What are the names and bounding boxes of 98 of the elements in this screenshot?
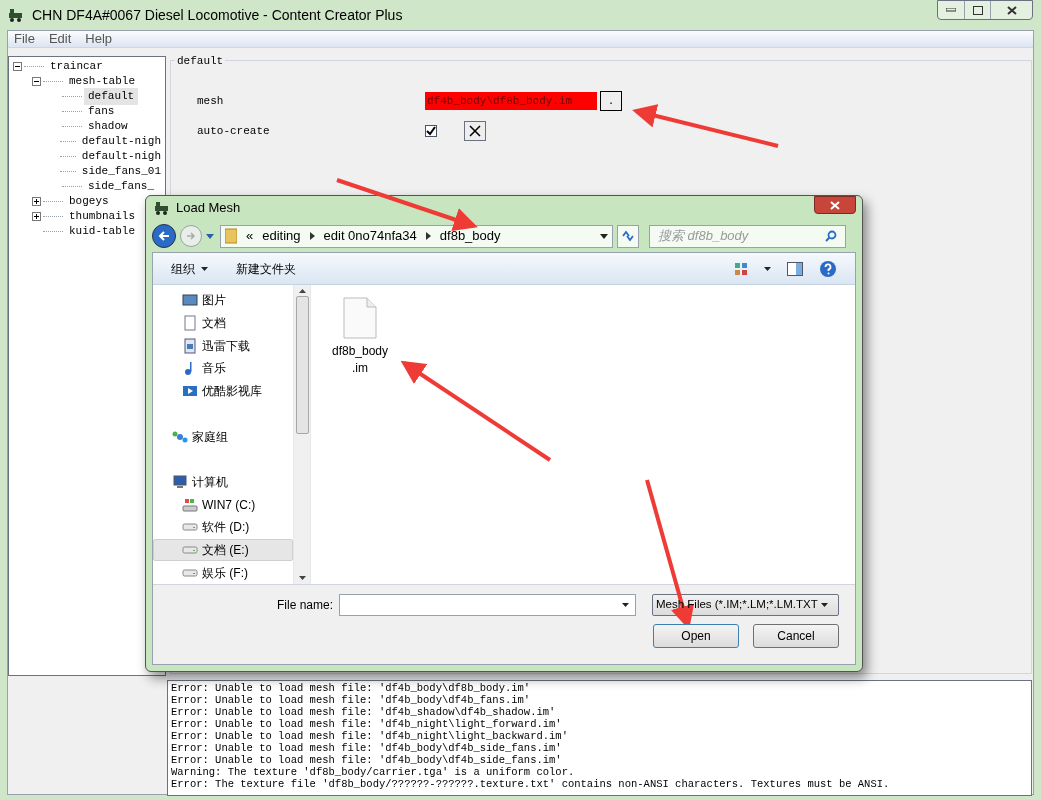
nav-item[interactable]: 文档 (E:) xyxy=(153,538,293,562)
tree-item[interactable]: side_fans_ xyxy=(84,178,158,195)
tree-item[interactable]: default-nigh xyxy=(77,133,165,150)
downloads-icon xyxy=(182,337,198,354)
tree-item[interactable]: bogeys xyxy=(65,193,113,210)
preview-pane-icon[interactable] xyxy=(787,261,803,276)
nav-item[interactable]: 优酷影视库 xyxy=(153,379,293,403)
search-icon xyxy=(825,230,837,242)
refresh-button[interactable] xyxy=(617,224,639,248)
nav-item[interactable]: 文档 xyxy=(153,311,293,335)
window-title: CHN DF4A#0067 Diesel Locomotive - Content Creator Plus xyxy=(32,5,403,25)
drive-icon xyxy=(182,568,198,577)
expand-icon[interactable] xyxy=(32,197,41,206)
browse-button[interactable]: . xyxy=(600,91,622,111)
dropdown-caret-icon xyxy=(206,233,214,239)
log-line: Error: Unable to load mesh file: 'df4b_shadow\df4b_shadow.im' xyxy=(171,706,557,718)
caret-icon xyxy=(820,603,828,607)
log-line: Error: The texture file 'df8b_body/??????-??????.texture.txt' contains non-ANSI characters. Textures must be ANSI. xyxy=(171,778,891,790)
refresh-icon xyxy=(621,230,635,242)
tree-item[interactable]: kuid-table xyxy=(65,223,139,240)
caret-icon[interactable] xyxy=(764,266,771,271)
caret-icon xyxy=(622,603,629,607)
nav-item[interactable]: 计算机 xyxy=(153,470,293,494)
pictures-icon xyxy=(182,292,198,309)
log-line: Error: Unable to load mesh file: 'df4b_body\df4b_side_fans.im' xyxy=(171,754,563,766)
collapse-icon[interactable] xyxy=(13,62,22,71)
tree-item[interactable]: fans xyxy=(84,103,119,120)
chevron-icon xyxy=(309,232,315,240)
tree-item[interactable]: thumbnails xyxy=(65,208,139,225)
nav-item[interactable]: 家庭组 xyxy=(153,425,293,448)
expand-icon[interactable] xyxy=(32,212,41,221)
close-icon xyxy=(830,200,840,210)
dialog-title: Load Mesh xyxy=(176,199,241,218)
file-name[interactable]: df8b_body .im xyxy=(331,343,389,377)
collapse-icon[interactable] xyxy=(32,77,41,86)
chevron-icon xyxy=(425,232,431,240)
back-arrow-icon xyxy=(158,231,170,241)
back-button[interactable] xyxy=(152,224,176,248)
menu-item[interactable]: Edit xyxy=(48,29,72,49)
file-name-field[interactable] xyxy=(339,594,636,616)
breadcrumb-item[interactable]: « xyxy=(246,226,254,246)
address-bar[interactable]: « editing edit 0no74nfa34 df8b_body xyxy=(220,224,613,248)
breadcrumb-item[interactable]: df8b_body xyxy=(439,226,501,246)
close-button[interactable] xyxy=(814,196,856,214)
clear-icon xyxy=(469,125,481,137)
forward-arrow-icon xyxy=(186,231,196,241)
nav-item[interactable]: WIN7 (C:) xyxy=(153,493,293,517)
log-line: Warning: The texture 'df8b_body/carrier.tga' is a uniform color. xyxy=(171,766,576,778)
menu-item[interactable]: Help xyxy=(85,29,113,49)
system-drive-icon xyxy=(182,496,198,513)
breadcrumb-item[interactable]: edit 0no74nfa34 xyxy=(323,226,417,246)
log-line: Error: Unable to load mesh file: 'df4b_body\df4b_side_fans.im' xyxy=(171,742,563,754)
nav-item[interactable]: 音乐 xyxy=(153,356,293,380)
tree-item[interactable]: default-nigh xyxy=(77,148,165,165)
view-icon[interactable] xyxy=(734,261,748,276)
scroll-up-icon xyxy=(298,289,306,293)
caret-icon xyxy=(201,266,208,271)
nav-item[interactable]: 娱乐 (F:) xyxy=(153,561,293,585)
cancel-button[interactable]: Cancel xyxy=(753,624,839,648)
tree-item[interactable]: default xyxy=(84,88,139,105)
tree-item[interactable]: shadow xyxy=(84,118,132,135)
drive-icon xyxy=(182,546,198,555)
scroll-down-icon xyxy=(298,576,306,580)
documents-icon xyxy=(182,314,198,331)
restore-icon xyxy=(972,5,983,15)
checkbox[interactable] xyxy=(425,125,437,137)
tree-item[interactable]: traincar xyxy=(46,58,107,75)
organize-menu[interactable]: 组织 xyxy=(171,259,208,278)
app-icon xyxy=(8,8,24,22)
tree-item[interactable]: mesh-table xyxy=(65,73,139,90)
field-label: mesh xyxy=(197,93,225,109)
dialog-icon xyxy=(154,201,170,215)
new-folder-button[interactable]: 新建文件夹 xyxy=(236,259,296,278)
open-button[interactable]: Open xyxy=(653,624,739,648)
drive-icon xyxy=(182,523,198,532)
log-line: Error: Unable to load mesh file: 'df4b_night\light_forward.im' xyxy=(171,718,563,730)
dropdown-caret-icon xyxy=(600,233,608,239)
log-line: Error: Unable to load mesh file: 'df4b_body\df4b_fans.im' xyxy=(171,694,532,706)
nav-item[interactable]: 图片 xyxy=(153,289,293,312)
clear-button[interactable] xyxy=(464,121,486,141)
close-icon xyxy=(1006,5,1017,15)
field-label: File name: xyxy=(276,597,333,614)
file-icon xyxy=(343,297,377,339)
menu-item[interactable]: File xyxy=(14,29,35,49)
log-line: Error: Unable to load mesh file: 'df4b_night\light_backward.im' xyxy=(171,730,569,742)
help-icon[interactable] xyxy=(819,259,837,278)
breadcrumb-item[interactable]: editing xyxy=(262,226,301,246)
search-box[interactable]: 搜索 df8b_body xyxy=(649,224,846,248)
log-line: Error: Unable to load mesh file: 'df4b_body\df8b_body.im' xyxy=(171,682,532,694)
scrollbar[interactable] xyxy=(293,285,310,584)
nav-item[interactable]: 迅雷下载 xyxy=(153,334,293,357)
nav-item[interactable]: 软件 (D:) xyxy=(153,516,293,539)
search-input[interactable]: 搜索 df8b_body xyxy=(658,226,825,246)
field-label: auto-create xyxy=(197,123,271,139)
tree-item[interactable]: side_fans_01 xyxy=(77,163,165,180)
computer-icon xyxy=(172,474,188,491)
folder-icon xyxy=(225,228,237,244)
minimize-icon xyxy=(946,8,956,12)
